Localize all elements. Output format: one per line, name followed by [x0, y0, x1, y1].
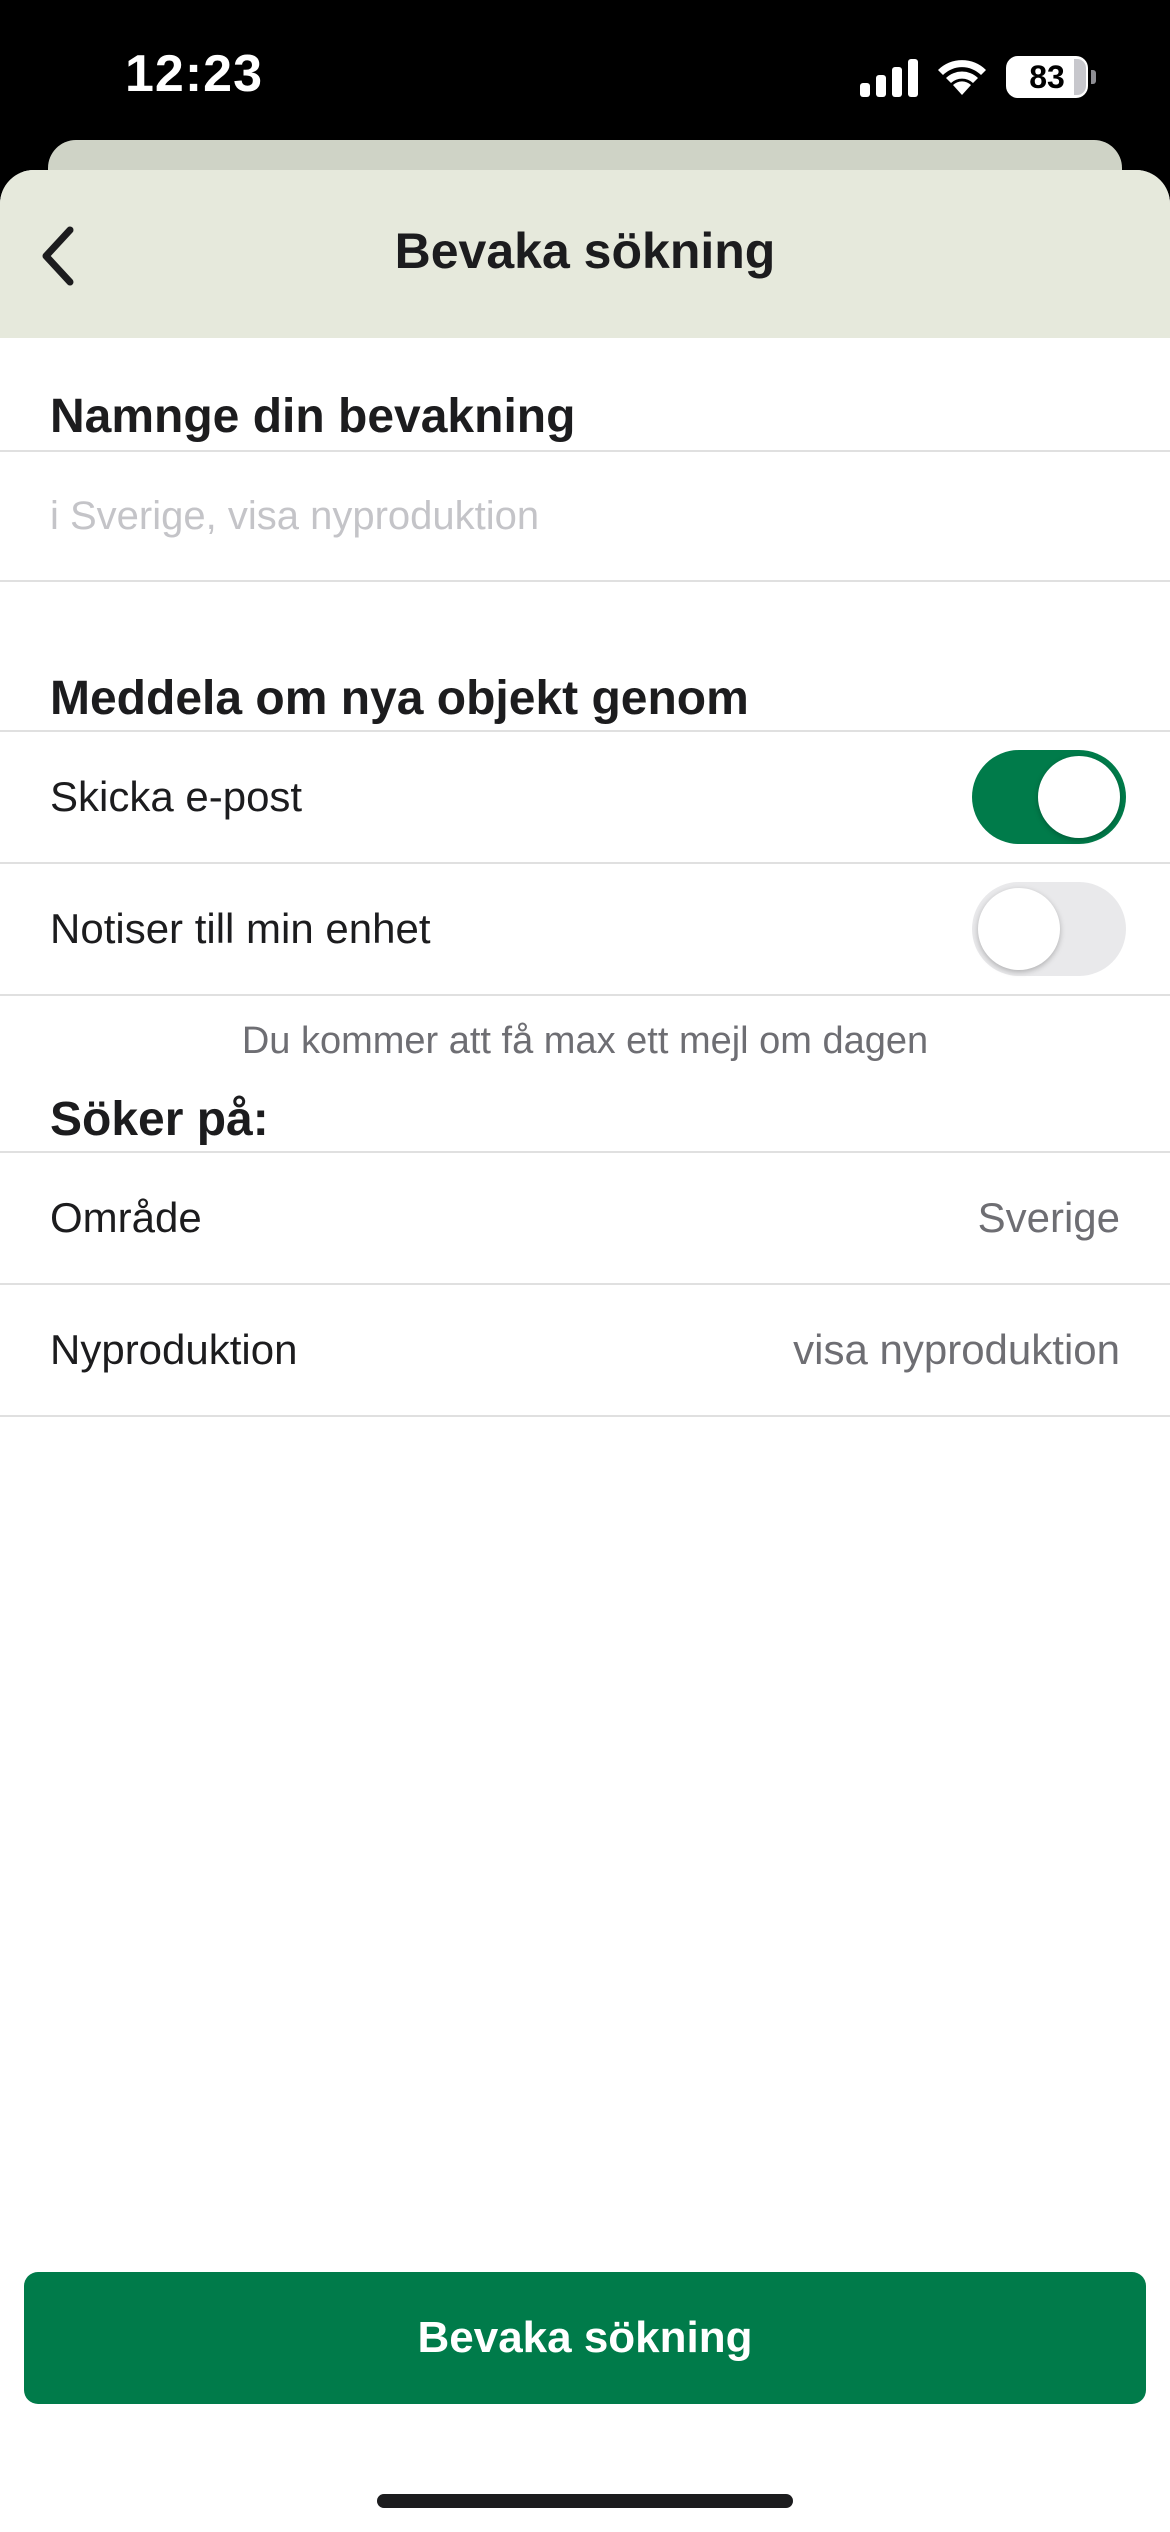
battery-icon: 83 [1006, 56, 1096, 98]
push-option-row: Notiser till min enhet [0, 864, 1170, 994]
nav-header: Bevaka sökning [0, 170, 1170, 338]
criteria-value: visa nyproduktion [793, 1326, 1120, 1373]
push-notification-toggle[interactable] [972, 882, 1126, 976]
push-option-label: Notiser till min enhet [50, 905, 431, 952]
email-option-label: Skicka e-post [50, 773, 303, 820]
wifi-icon [938, 60, 986, 95]
watch-name-input[interactable] [0, 452, 1170, 580]
search-criteria-title: Söker på: [50, 1093, 269, 1146]
status-bar: 12:23 83 [0, 0, 1170, 150]
watch-search-button[interactable]: Bevaka sökning [24, 2272, 1146, 2404]
criteria-label: Nyproduktion [50, 1326, 298, 1373]
status-time: 12:23 [125, 45, 263, 103]
watch-search-sheet: Bevaka sökning Namnge din bevakning Medd… [0, 170, 1170, 2532]
email-frequency-note: Du kommer att få max ett mejl om dagen [241, 1020, 929, 1062]
cellular-signal-icon [860, 57, 918, 97]
battery-level: 83 [1029, 58, 1065, 95]
criteria-label: Område [50, 1194, 202, 1241]
toggle-knob [1038, 756, 1120, 838]
criteria-value: Sverige [977, 1194, 1120, 1241]
toggle-knob [978, 888, 1060, 970]
criteria-row-area: Område Sverige [0, 1153, 1170, 1283]
home-indicator [377, 2494, 793, 2508]
name-section-title: Namnge din bevakning [50, 390, 576, 443]
divider [0, 1415, 1170, 1417]
email-option-row: Skicka e-post [0, 732, 1170, 862]
notify-section-title: Meddela om nya objekt genom [50, 672, 749, 725]
status-icons: 83 [860, 52, 1096, 102]
page-title: Bevaka sökning [394, 223, 776, 279]
criteria-row-new-construction: Nyproduktion visa nyproduktion [0, 1285, 1170, 1415]
email-toggle[interactable] [972, 750, 1126, 844]
